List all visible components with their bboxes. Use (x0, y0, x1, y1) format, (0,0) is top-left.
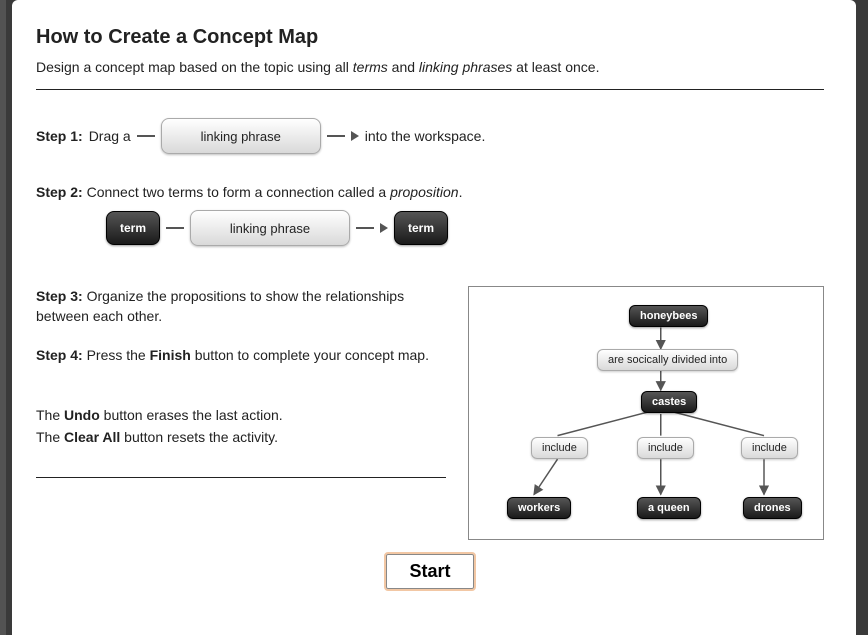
step-2-pre: Connect two terms to form a connection c… (87, 184, 390, 200)
clear-post: button resets the activity. (120, 429, 278, 445)
linking-phrase-token: linking phrase (190, 210, 350, 246)
node-include-3: include (741, 437, 798, 459)
intro-terms: terms (353, 59, 388, 75)
step-4-text: Step 4: Press the Finish button to compl… (36, 345, 446, 365)
node-queen: a queen (637, 497, 701, 519)
intro-prefix: Design a concept map based on the topic … (36, 59, 353, 75)
undo-post: button erases the last action. (100, 407, 283, 423)
undo-bold: Undo (64, 407, 100, 423)
connector-line-icon (327, 135, 345, 137)
node-drones: drones (743, 497, 802, 519)
step-2-text: Step 2: Connect two terms to form a conn… (36, 184, 824, 200)
step-2-tokens: term linking phrase term (106, 210, 824, 246)
arrow-right-icon (351, 131, 359, 141)
node-castes: castes (641, 391, 697, 413)
step-2-label: Step 2: (36, 184, 83, 200)
node-honeybees: honeybees (629, 305, 708, 327)
start-button[interactable]: Start (386, 554, 473, 589)
clear-text: The Clear All button resets the activity… (36, 427, 446, 447)
intro-mid: and (388, 59, 419, 75)
node-divided: are socically divided into (597, 349, 738, 371)
linking-phrase-token: linking phrase (161, 118, 321, 154)
instructions-modal: How to Create a Concept Map Design a con… (12, 0, 856, 635)
node-include-1: include (531, 437, 588, 459)
connector-line-icon (356, 227, 374, 229)
intro-text: Design a concept map based on the topic … (36, 59, 824, 75)
clear-bold: Clear All (64, 429, 120, 445)
node-include-2: include (637, 437, 694, 459)
step-3-body: Organize the propositions to show the re… (36, 288, 404, 324)
step-4-pre: Press the (83, 347, 150, 363)
example-diagram: honeybees are socically divided into cas… (468, 286, 824, 540)
page-title: How to Create a Concept Map (36, 26, 824, 49)
step-1-pre: Drag a (89, 128, 131, 144)
step-2-em: proposition (390, 184, 459, 200)
divider (36, 89, 824, 90)
divider (36, 477, 446, 478)
step-1-post: into the workspace. (365, 128, 486, 144)
step-1-row: Step 1: Drag a linking phrase into the w… (36, 118, 824, 154)
intro-linking: linking phrases (419, 59, 512, 75)
step-4-label: Step 4: (36, 347, 83, 363)
intro-suffix: at least once. (512, 59, 599, 75)
arrow-right-icon (380, 223, 388, 233)
left-column: Step 3: Organize the propositions to sho… (36, 286, 446, 478)
step-4-finish: Finish (150, 347, 191, 363)
step-3-text: Step 3: Organize the propositions to sho… (36, 286, 446, 327)
term-token: term (106, 211, 160, 245)
step-2-post: . (459, 184, 463, 200)
node-workers: workers (507, 497, 571, 519)
term-token: term (394, 211, 448, 245)
step-3-label: Step 3: (36, 288, 83, 304)
clear-pre: The (36, 429, 64, 445)
connector-line-icon (137, 135, 155, 137)
step-4-post: button to complete your concept map. (191, 347, 429, 363)
sidebar-background (0, 0, 6, 635)
undo-text: The Undo button erases the last action. (36, 405, 446, 425)
connector-line-icon (166, 227, 184, 229)
step-1-label: Step 1: (36, 128, 83, 144)
undo-pre: The (36, 407, 64, 423)
